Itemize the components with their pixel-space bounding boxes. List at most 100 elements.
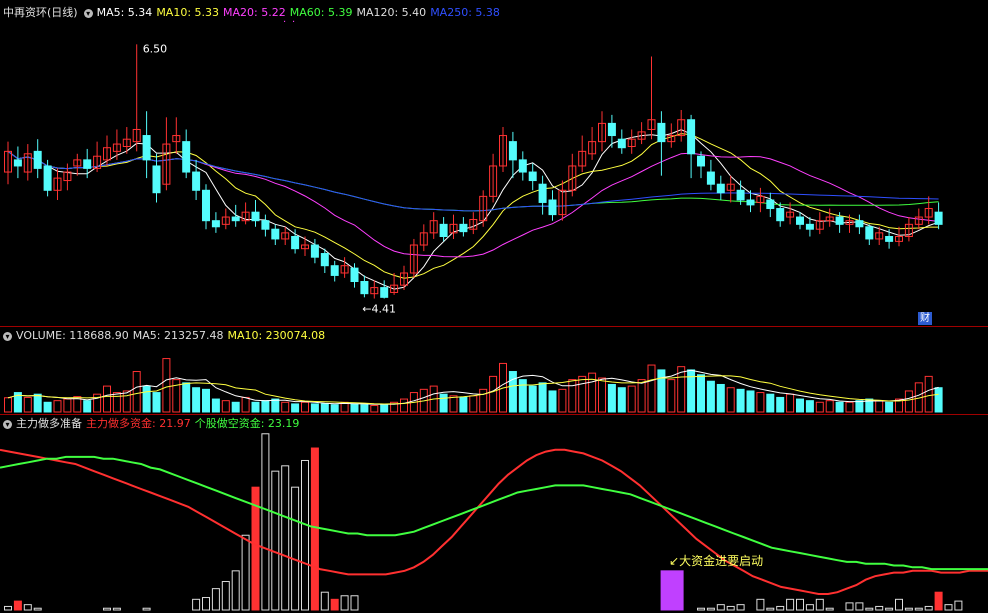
volume-bar: [786, 393, 795, 413]
candlestick-chart[interactable]: · ·6.50←4.41: [0, 0, 988, 326]
volume-bar: [617, 387, 626, 413]
indicator-legend-item-0: 主力做多资金: 21.97: [86, 417, 191, 430]
indicator-bar: [855, 602, 864, 611]
indicator-bar: [340, 595, 349, 611]
volume-bar: [211, 398, 220, 413]
indicator-bar: [875, 605, 884, 611]
volume-bar: [469, 395, 478, 413]
volume-bar: [716, 383, 725, 413]
settings-icon[interactable]: ▾: [83, 8, 93, 18]
candle: [439, 223, 448, 238]
high-price-label: 6.50: [143, 42, 168, 55]
indicator-bar: [944, 604, 953, 611]
indicator-bar: [202, 597, 210, 611]
volume-bar: [291, 403, 300, 413]
candle: [865, 226, 874, 240]
candle: [261, 220, 270, 230]
volume-bar: [766, 393, 775, 413]
candle: [251, 211, 260, 222]
candle: [142, 135, 151, 161]
candle: [320, 253, 329, 267]
volume-bar: [855, 400, 864, 413]
indicator-bar: [865, 607, 874, 611]
candle: [211, 220, 220, 228]
indicator-bar: [330, 598, 339, 611]
volume-bar: [33, 393, 42, 413]
indicator-bar: [825, 607, 834, 611]
indicator-bar: [885, 607, 894, 611]
indicator-chart[interactable]: ↙大资金进要启动: [0, 414, 988, 613]
candle: [13, 159, 22, 167]
candle: [736, 189, 745, 201]
volume-legend: VOLUME: 118688.90 MA5: 213257.48 MA10: 230…: [16, 329, 329, 342]
volume-bar: [400, 398, 408, 413]
candle: [271, 228, 280, 240]
indicator-bar: [805, 604, 814, 611]
candle: [33, 150, 42, 169]
signal-label: ↙大资金进要启动: [669, 553, 763, 568]
indicator-bar: [954, 600, 963, 611]
volume-bar: [508, 371, 517, 413]
indicator-bar: [736, 604, 745, 611]
stock-name: 中再资环: [3, 6, 47, 19]
volume-bar: [845, 401, 854, 413]
indicator-line-0: [0, 448, 988, 595]
candle: [182, 141, 191, 173]
indicator-legend-item-1: 个股做空资金: 23.19: [194, 417, 300, 430]
candle: [746, 199, 755, 206]
volume-pane[interactable]: ▾ VOLUME: 118688.90 MA5: 213257.48 MA10: 23…: [0, 326, 988, 414]
indicator-settings-icon[interactable]: ▾: [3, 419, 12, 429]
volume-bar: [667, 379, 676, 413]
indicator-bar: [261, 433, 270, 611]
indicator-line-1: [0, 455, 988, 571]
indicator-bar: [241, 534, 250, 611]
indicator-bar: [271, 470, 280, 611]
candle: [43, 165, 52, 191]
indicator-bar: [301, 459, 309, 611]
indicator-bar: [904, 607, 913, 611]
volume-bar: [202, 388, 210, 413]
indicator-pane[interactable]: ↙大资金进要启动 ▾ 主力做多准备 主力做多资金: 21.97 个股做空资金: 23.…: [0, 414, 988, 613]
price-header: 中再资环(日线) ▾ MA5: 5.34 MA10: 5.33 MA20: 5.22 MA…: [3, 5, 508, 21]
volume-bar: [489, 375, 498, 413]
indicator-bar: [221, 581, 230, 611]
volume-bar: [607, 383, 616, 413]
candle: [548, 199, 557, 216]
candle: [202, 189, 210, 222]
volume-bar: [815, 401, 824, 413]
volume-bar: [637, 379, 646, 413]
price-pane[interactable]: · · 6.50 ←4.41 中再资环(日线) ▾ MA5: 5.34 MA10: 5.33…: [0, 0, 988, 326]
volume-bar: [281, 401, 290, 413]
signal-bar: [660, 570, 684, 611]
volume-bar: [241, 396, 250, 413]
volume-bar: [63, 398, 72, 413]
indicator-bar: [103, 607, 111, 611]
indicator-bar: [756, 598, 765, 611]
volume-bar: [548, 390, 557, 413]
volume-bar: [835, 401, 844, 413]
finance-badge[interactable]: 财: [918, 312, 932, 325]
candle: [350, 267, 359, 283]
volume-bar: [726, 387, 735, 413]
volume-bar: [627, 385, 636, 413]
volume-bar: [885, 401, 894, 413]
candle: [805, 223, 814, 230]
volume-bar: [330, 404, 339, 413]
volume-bar: [875, 400, 884, 413]
candle: [291, 236, 300, 250]
volume-bar: [132, 371, 141, 413]
indicator-bar: [815, 598, 824, 611]
candle: [687, 119, 696, 155]
candle: [330, 265, 339, 276]
candle: [508, 141, 517, 161]
volume-bar: [459, 396, 468, 413]
volume-bar: [796, 398, 804, 413]
volume-settings-icon[interactable]: ▾: [3, 331, 12, 341]
indicator-bar: [231, 570, 240, 611]
volume-bar: [4, 397, 12, 413]
indicator-bar: [320, 591, 329, 611]
volume-bar: [23, 396, 32, 413]
indicator-bar: [934, 591, 943, 611]
volume-bar: [568, 379, 577, 413]
candle: [310, 244, 319, 258]
